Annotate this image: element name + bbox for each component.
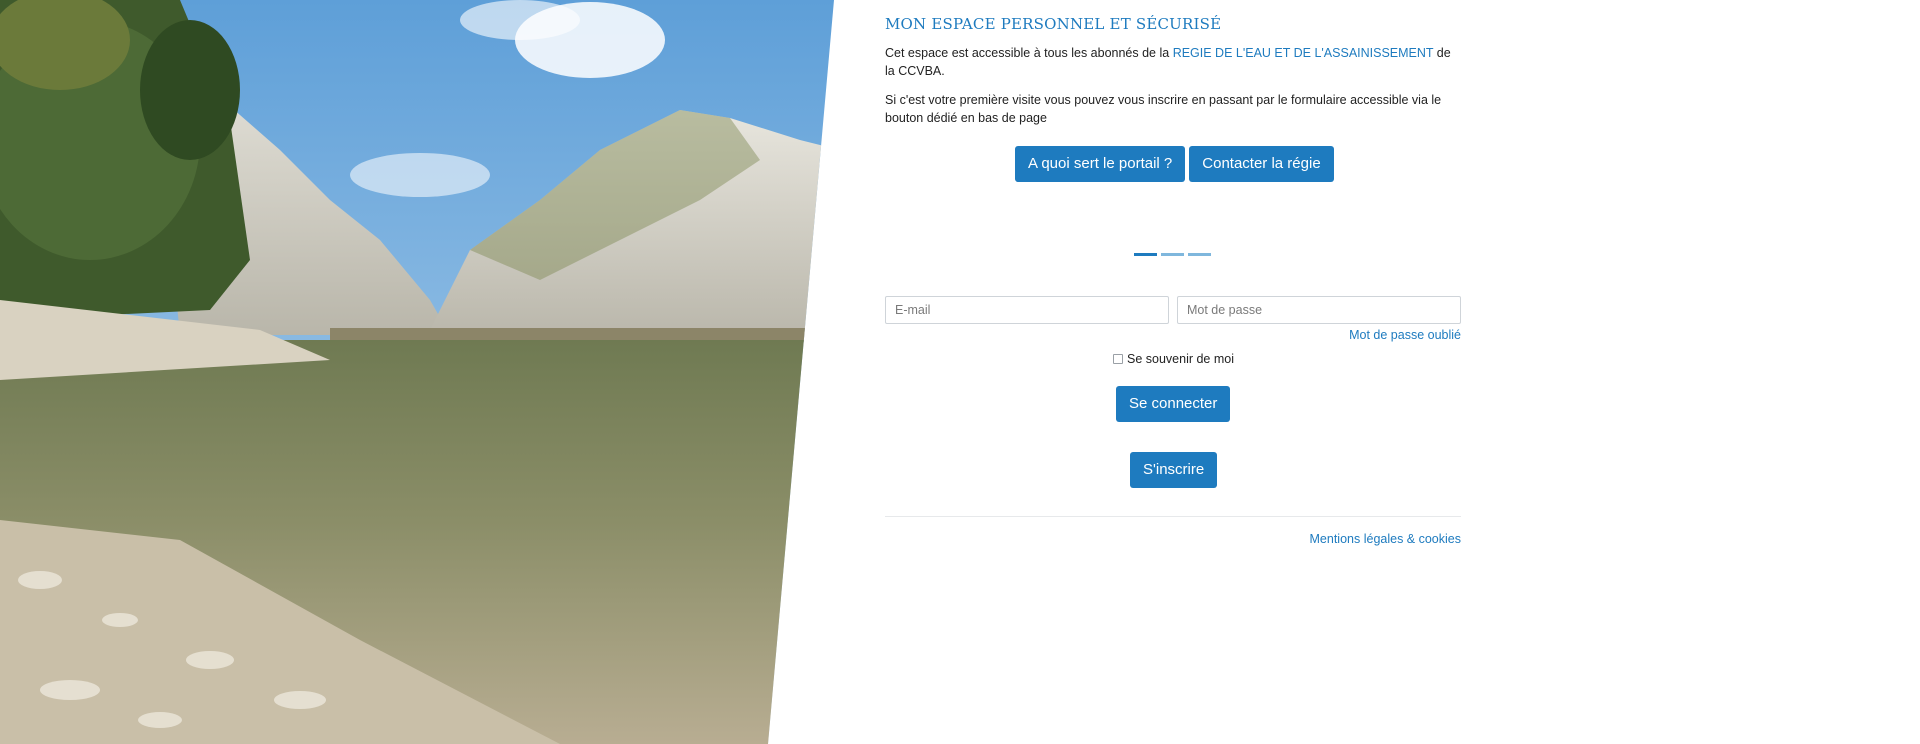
signup-button[interactable]: S'inscrire [1130, 452, 1218, 488]
carousel-indicators [1134, 253, 1214, 256]
divider [885, 516, 1461, 517]
about-portal-button[interactable]: A quoi sert le portail ? [1015, 146, 1186, 182]
landscape-illustration [0, 0, 834, 744]
password-field[interactable] [1177, 296, 1461, 324]
main-content: MON ESPACE PERSONNEL ET SÉCURISÉ Cet esp… [885, 0, 1461, 546]
remember-me-label: Se souvenir de moi [1127, 352, 1235, 366]
intro-text-before: Cet espace est accessible à tous les abo… [885, 46, 1173, 60]
contact-button[interactable]: Contacter la régie [1189, 146, 1334, 182]
hero-photo [0, 0, 834, 744]
login-button[interactable]: Se connecter [1116, 386, 1231, 422]
regie-link[interactable]: REGIE DE L'EAU ET DE L'ASSAINISSEMENT [1173, 46, 1434, 60]
email-field[interactable] [885, 296, 1169, 324]
info-buttons: A quoi sert le portail ? Contacter la rég… [1015, 146, 1334, 182]
remember-me[interactable]: Se souvenir de moi [1113, 352, 1234, 366]
carousel-indicator-1[interactable] [1134, 253, 1157, 256]
forgot-password-link[interactable]: Mot de passe oublié [1349, 328, 1461, 342]
first-visit-paragraph: Si c'est votre première visite vous pouv… [885, 93, 1442, 125]
page-title: MON ESPACE PERSONNEL ET SÉCURISÉ [885, 15, 1222, 33]
remember-me-checkbox[interactable] [1113, 354, 1123, 364]
legal-mentions-link[interactable]: Mentions légales & cookies [1310, 532, 1461, 546]
carousel-indicator-3[interactable] [1188, 253, 1211, 256]
intro-paragraph: Cet espace est accessible à tous les abo… [885, 44, 1461, 80]
carousel-indicator-2[interactable] [1161, 253, 1184, 256]
